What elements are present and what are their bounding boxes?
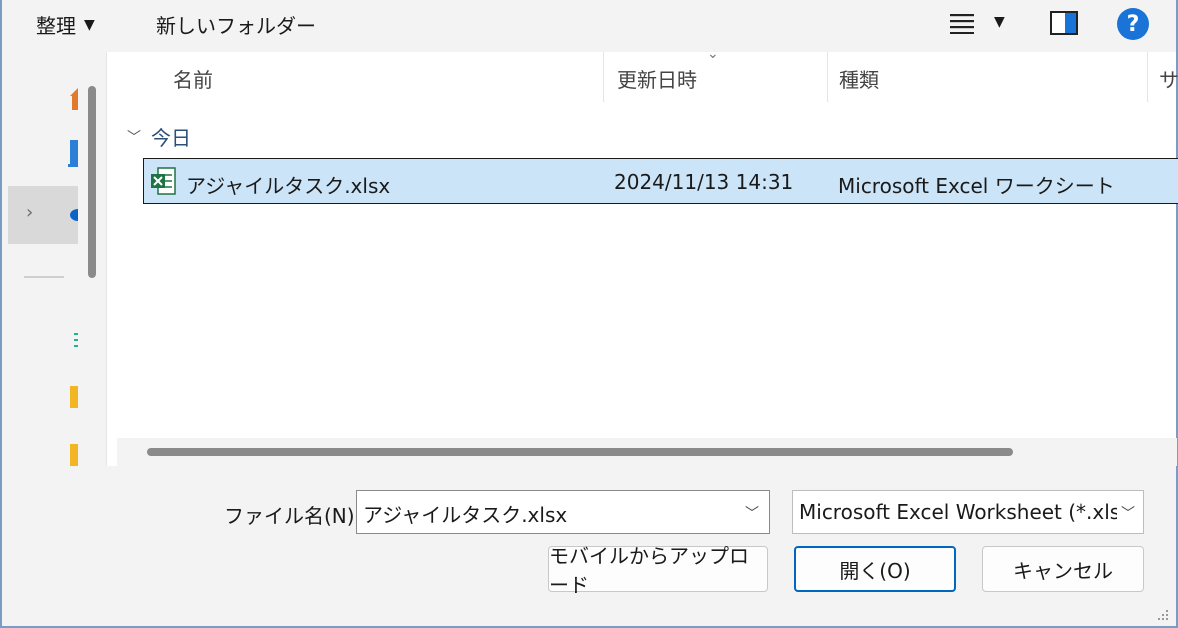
nav-divider: [24, 276, 64, 278]
file-name-value: アジャイルタスク.xlsx: [363, 503, 568, 527]
column-separator[interactable]: [1147, 52, 1148, 102]
desktop-icon[interactable]: [68, 140, 78, 168]
cancel-button[interactable]: キャンセル: [982, 546, 1144, 592]
column-header-size[interactable]: サ: [1159, 64, 1178, 93]
folder-icon[interactable]: [68, 386, 78, 408]
group-label: 今日: [151, 126, 191, 150]
file-list: ⌄ 名前 更新日時 種類 サ ﹀ 今日 アジャイルタスク.xlsx 2024/1…: [106, 46, 1178, 466]
horizontal-scrollbar-thumb[interactable]: [147, 448, 1013, 456]
upload-from-mobile-button[interactable]: モバイルからアップロード: [548, 544, 768, 597]
organize-button[interactable]: 整理 ▼: [36, 10, 95, 39]
file-type: Microsoft Excel ワークシート: [838, 174, 1115, 198]
toolbar: 整理 ▼ 新しいフォルダー ▼ ?: [2, 0, 1176, 52]
file-row[interactable]: アジャイルタスク.xlsx 2024/11/13 14:31 Microsoft…: [143, 158, 1178, 204]
caret-down-icon: ▼: [84, 16, 95, 33]
file-type-value: Microsoft Excel Worksheet (*.xls: [799, 500, 1121, 524]
file-type-select[interactable]: Microsoft Excel Worksheet (*.xls ﹀: [792, 490, 1144, 534]
preview-pane-icon[interactable]: [1050, 11, 1078, 35]
network-icon[interactable]: [68, 330, 78, 350]
sort-descending-icon: ⌄: [707, 46, 719, 62]
organize-label: 整理: [36, 14, 76, 38]
folder-icon[interactable]: [68, 444, 78, 466]
dialog-footer: ファイル名(N): アジャイルタスク.xlsx ﹀ Microsoft Exce…: [2, 466, 1176, 626]
new-folder-button[interactable]: 新しいフォルダー: [156, 10, 316, 39]
home-icon[interactable]: [68, 86, 78, 110]
chevron-down-icon[interactable]: ﹀: [745, 503, 759, 523]
list-view-icon[interactable]: [950, 12, 974, 34]
file-name-input[interactable]: アジャイルタスク.xlsx ﹀: [356, 490, 770, 534]
resize-grip-icon[interactable]: [1156, 608, 1170, 622]
nav-scrollbar-thumb[interactable]: [88, 86, 96, 278]
help-icon: ?: [1117, 8, 1149, 40]
file-name-label: ファイル名(N):: [224, 504, 362, 528]
onedrive-icon: [70, 209, 78, 221]
column-header-name[interactable]: 名前: [173, 64, 213, 93]
view-options-caret-icon[interactable]: ▼: [994, 14, 1005, 30]
help-button[interactable]: ?: [1117, 8, 1149, 40]
file-name: アジャイルタスク.xlsx: [186, 174, 391, 198]
horizontal-scrollbar[interactable]: [117, 438, 1177, 466]
group-header-today[interactable]: ﹀ 今日: [127, 122, 191, 151]
navigation-pane: ›: [2, 52, 106, 466]
open-button[interactable]: 開く(O): [794, 546, 956, 592]
column-separator[interactable]: [603, 52, 604, 102]
chevron-right-icon[interactable]: ›: [26, 202, 33, 223]
excel-file-icon: [151, 167, 176, 195]
chevron-down-icon[interactable]: ﹀: [1117, 503, 1135, 523]
column-separator[interactable]: [827, 52, 828, 102]
new-folder-label: 新しいフォルダー: [156, 14, 316, 38]
file-modified: 2024/11/13 14:31: [614, 170, 794, 194]
chevron-down-icon: ﹀: [127, 129, 141, 146]
column-header-type[interactable]: 種類: [839, 64, 879, 93]
column-header-modified[interactable]: 更新日時: [617, 64, 697, 93]
